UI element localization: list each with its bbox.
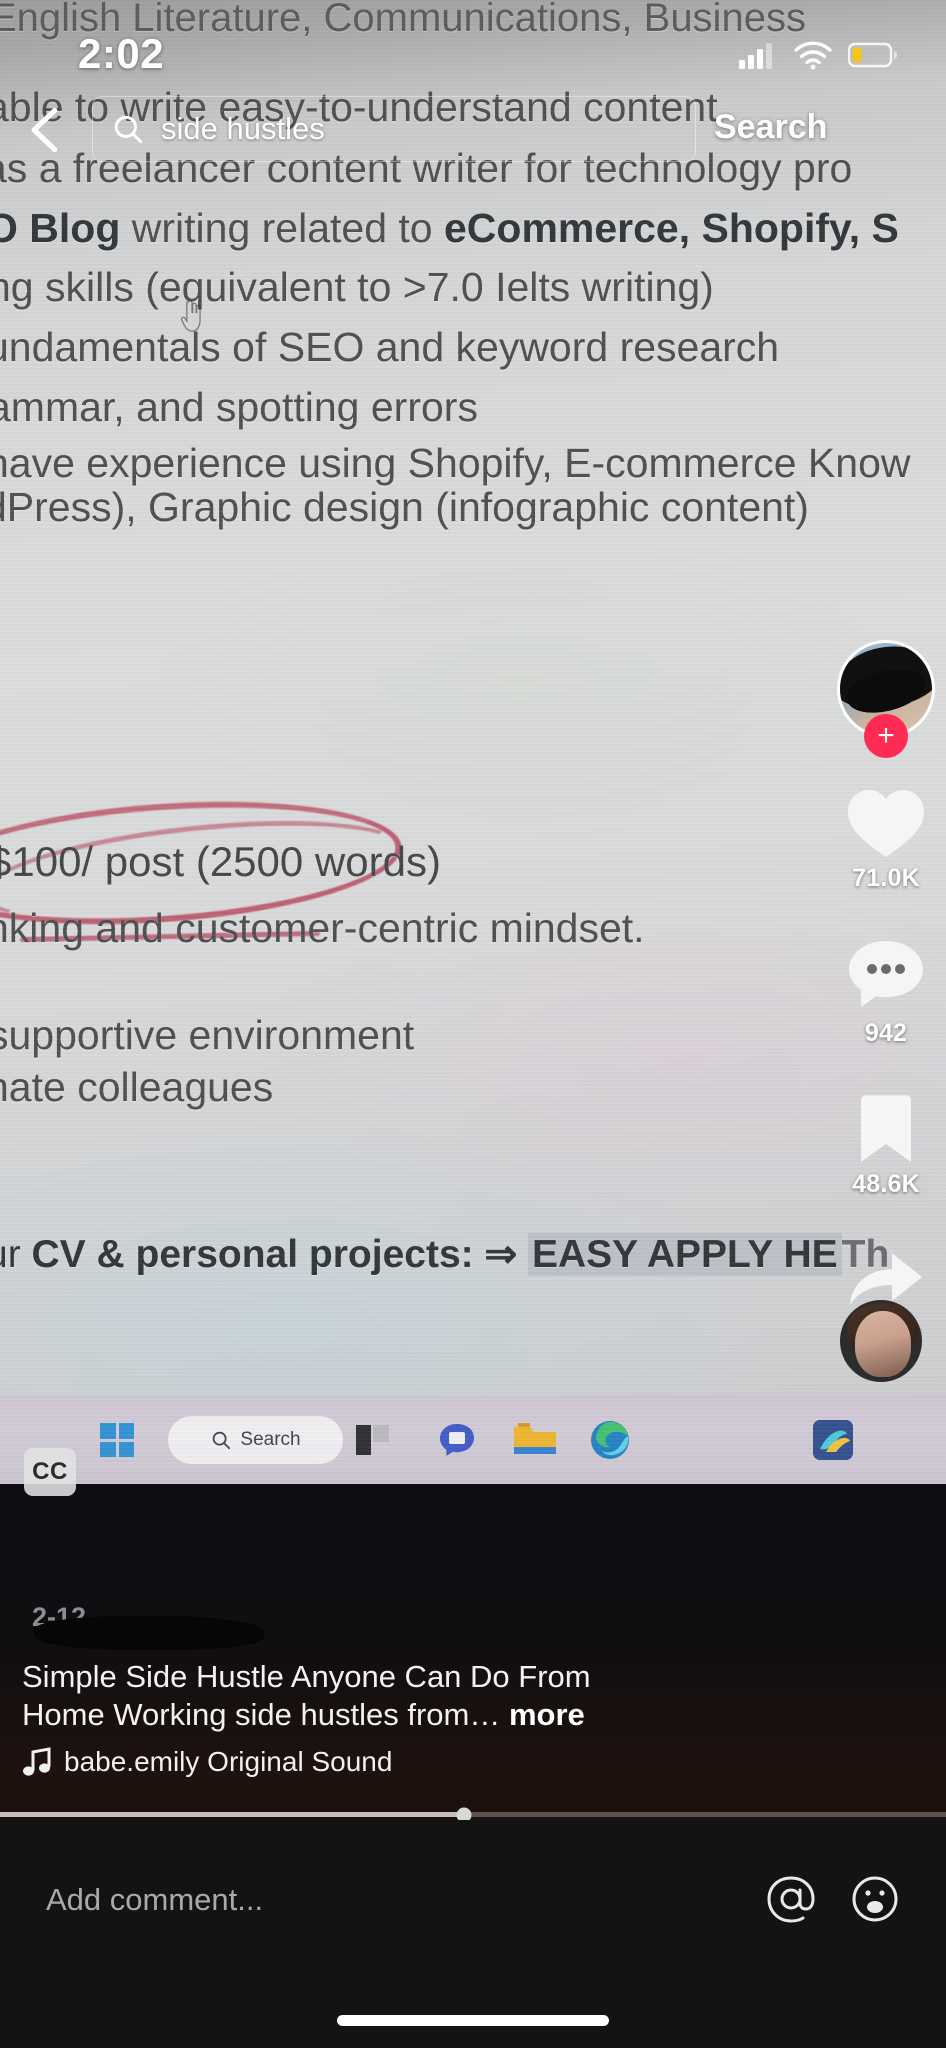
progress-fill [0, 1812, 464, 1817]
search-icon [114, 115, 143, 144]
sound-name: babe.emily Original Sound [64, 1746, 393, 1777]
emoji-icon[interactable] [850, 1874, 900, 1924]
doc-line-7: have experience using Shopify, E-commerc… [0, 440, 911, 486]
wifi-icon [794, 41, 832, 70]
at-mention-icon[interactable] [766, 1874, 816, 1924]
task-view-icon[interactable] [355, 1423, 391, 1457]
cellular-bars-icon [739, 43, 772, 69]
doc-line-environment: supportive environment [0, 1012, 415, 1058]
doc-line-3: O Blog writing related to eCommerce, Sho… [0, 205, 946, 252]
spinning-music-disc[interactable] [840, 1300, 922, 1382]
bookmark-icon[interactable] [853, 1092, 919, 1166]
cta-arrow: : ⇒ [460, 1233, 528, 1276]
bookmark-count: 48.6K [852, 1170, 920, 1198]
pointer-hand-cursor-icon [180, 300, 201, 332]
doc-line-4: ng skills (equivalent to >7.0 Ielts writ… [0, 264, 714, 310]
disc-avatar-face [855, 1311, 911, 1377]
windows-start-icon[interactable] [100, 1423, 134, 1457]
cta-bold: CV & personal projects [31, 1233, 461, 1276]
home-indicator [337, 2015, 609, 2026]
cta-prefix: ur [0, 1233, 21, 1276]
status-bar-clock: 2:02 [78, 30, 165, 77]
doc-line-6: ammar, and spotting errors [0, 384, 478, 430]
search-icon [213, 1431, 231, 1450]
cc-badge-label: CC [32, 1458, 68, 1485]
video-caption[interactable]: Simple Side Hustle Anyone Can Do From Ho… [22, 1658, 702, 1735]
doc-line-3-mid: writing related to [120, 205, 444, 251]
chat-icon[interactable] [437, 1422, 477, 1458]
doc-line-8: dPress), Graphic design (infographic con… [0, 484, 809, 530]
taskbar-search-label: Search [240, 1429, 301, 1450]
comment-button[interactable]: 942 [845, 937, 927, 1048]
doc-line-mindset: nking and customer-centric mindset. [0, 905, 645, 951]
cta-highlight: EASY APPLY HE [527, 1233, 842, 1276]
like-button[interactable]: 71.0K [845, 786, 927, 893]
action-rail: + 71.0K 942 48.6K [826, 640, 946, 1346]
comment-bubble-icon[interactable] [845, 937, 927, 1015]
file-explorer-icon[interactable] [512, 1421, 558, 1459]
comment-bar: Add comment... [0, 1820, 946, 2048]
caption-line-1: Simple Side Hustle Anyone Can Do From [22, 1659, 591, 1694]
video-player[interactable]: English Literature, Communications, Busi… [0, 0, 946, 1700]
doc-line-3-bold-a: O Blog [0, 205, 121, 251]
heart-icon[interactable] [845, 786, 927, 860]
back-chevron-icon[interactable] [20, 104, 72, 156]
username-redaction-2 [34, 1616, 264, 1650]
music-note-icon [23, 1747, 51, 1776]
cc-badge[interactable]: CC [24, 1448, 76, 1496]
taskbar-search-box[interactable]: Search [168, 1416, 343, 1464]
doc-line-price: $100/ post (2500 words) [0, 838, 441, 885]
caption-more-link[interactable]: more [509, 1697, 585, 1732]
search-bar[interactable]: side hustles [92, 96, 696, 162]
search-input[interactable]: side hustles [161, 111, 325, 147]
video-progress-bar[interactable] [0, 1807, 946, 1822]
status-bar-indicators [738, 40, 898, 70]
doc-line-5: undamentals of SEO and keyword research [0, 324, 780, 370]
store-icon[interactable] [812, 1419, 854, 1461]
like-count: 71.0K [852, 864, 920, 892]
comment-bar-icons [766, 1874, 900, 1924]
battery-low-icon [848, 42, 897, 68]
bookmark-button[interactable]: 48.6K [852, 1092, 920, 1199]
add-comment-input[interactable]: Add comment... [46, 1882, 263, 1918]
post-author-row[interactable]: 2-12 [20, 1602, 264, 1650]
edge-browser-icon[interactable] [588, 1418, 632, 1462]
doc-line-cta: ur CV & personal projects: ⇒ EASY APPLY … [0, 1232, 946, 1277]
status-bar: 2:02 [0, 0, 946, 110]
doc-line-colleagues: nate colleagues [0, 1064, 274, 1110]
plus-follow-icon[interactable]: + [864, 714, 908, 758]
search-submit-button[interactable]: Search [714, 108, 827, 147]
windows-taskbar[interactable]: Search [0, 1395, 946, 1485]
sound-row[interactable]: babe.emily Original Sound [22, 1746, 392, 1778]
comment-count: 942 [864, 1019, 908, 1047]
caption-line-2: Home Working side hustles from… [22, 1697, 509, 1733]
creator-avatar-button[interactable]: + [837, 640, 935, 758]
doc-line-3-bold-b: eCommerce, Shopify, S [443, 205, 899, 251]
tiktok-video-screen: English Literature, Communications, Busi… [0, 0, 946, 2048]
